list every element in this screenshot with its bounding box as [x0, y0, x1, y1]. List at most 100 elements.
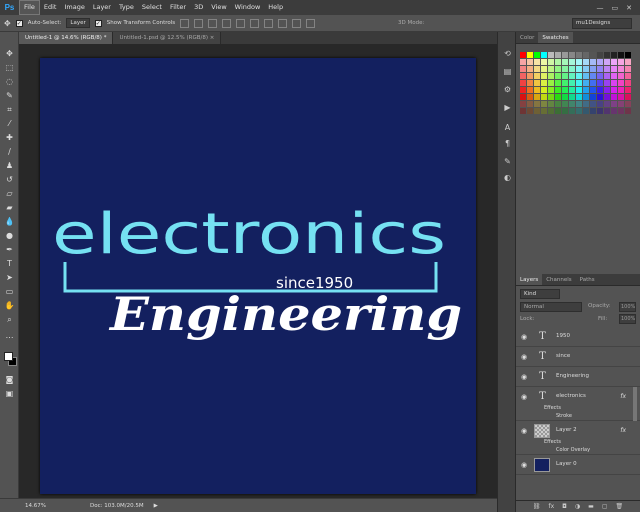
color-swatch[interactable] [590, 94, 596, 100]
color-swatch[interactable] [597, 87, 603, 93]
align-left-icon[interactable] [222, 18, 232, 28]
color-swatch[interactable] [604, 52, 610, 58]
color-swatch[interactable] [625, 87, 631, 93]
brush-tool-icon[interactable]: ∕ [4, 146, 15, 157]
layer-filter-dropdown[interactable]: Kind [520, 289, 560, 299]
color-swatch[interactable] [611, 101, 617, 107]
color-swatch[interactable] [576, 73, 582, 79]
transform-controls-checkbox[interactable]: ✓ [94, 19, 102, 27]
color-swatch[interactable] [562, 73, 568, 79]
color-swatch[interactable] [520, 73, 526, 79]
color-swatch[interactable] [604, 101, 610, 107]
color-swatch[interactable] [562, 52, 568, 58]
color-swatch[interactable] [555, 73, 561, 79]
color-swatch[interactable] [611, 52, 617, 58]
color-swatch[interactable] [555, 87, 561, 93]
color-swatch[interactable] [527, 73, 533, 79]
move-tool-icon[interactable]: ✥ [4, 48, 15, 59]
screen-mode-icon[interactable]: ▣ [4, 388, 15, 399]
color-swatch[interactable] [611, 80, 617, 86]
color-swatch[interactable] [541, 73, 547, 79]
color-swatch[interactable] [576, 101, 582, 107]
color-swatch[interactable] [527, 66, 533, 72]
color-swatch[interactable] [555, 101, 561, 107]
color-swatch[interactable] [562, 66, 568, 72]
tab-channels[interactable]: Channels [542, 274, 575, 285]
color-swatch[interactable] [520, 59, 526, 65]
color-swatch[interactable] [604, 94, 610, 100]
color-swatch[interactable] [534, 73, 540, 79]
layer-row-1950[interactable]: ◉ T 1950 [516, 327, 640, 347]
color-swatch[interactable] [576, 59, 582, 65]
new-group-icon[interactable]: ▬ [588, 503, 594, 510]
layer-row-layer-2[interactable]: ◉ Layer 2 fx Effects Color Overlay [516, 421, 640, 455]
color-swatch[interactable] [569, 87, 575, 93]
color-swatch[interactable] [541, 94, 547, 100]
brush-panel-icon[interactable]: ✎ [502, 156, 513, 167]
menu-file[interactable]: File [19, 0, 40, 15]
color-swatch[interactable] [562, 87, 568, 93]
foreground-color-swatch[interactable] [4, 352, 13, 361]
history-panel-icon[interactable]: ⟲ [502, 48, 513, 59]
color-swatch[interactable] [548, 73, 554, 79]
color-swatch[interactable] [590, 87, 596, 93]
color-swatch[interactable] [625, 59, 631, 65]
gradient-tool-icon[interactable]: ▰ [4, 202, 15, 213]
color-swatch[interactable] [555, 94, 561, 100]
color-swatch[interactable] [604, 66, 610, 72]
color-swatch[interactable] [555, 108, 561, 114]
menu-filter[interactable]: Filter [166, 0, 190, 15]
color-swatch[interactable] [555, 52, 561, 58]
visibility-eye-icon[interactable]: ◉ [521, 393, 529, 401]
color-swatch[interactable] [569, 101, 575, 107]
blend-mode-dropdown[interactable]: Normal [520, 302, 582, 312]
effect-stroke[interactable]: Stroke [556, 413, 572, 419]
color-swatch[interactable] [548, 80, 554, 86]
effect-color-overlay[interactable]: Color Overlay [556, 447, 590, 453]
color-swatch[interactable] [576, 80, 582, 86]
character-panel-icon[interactable]: A [502, 122, 513, 133]
color-swatch[interactable] [604, 87, 610, 93]
maximize-button[interactable]: ▭ [612, 4, 619, 12]
color-swatch[interactable] [618, 108, 624, 114]
color-swatch[interactable] [597, 80, 603, 86]
stamp-tool-icon[interactable]: ♟ [4, 160, 15, 171]
distribute-h-icon[interactable] [278, 18, 288, 28]
color-swatch[interactable] [520, 52, 526, 58]
color-swatch[interactable] [597, 73, 603, 79]
color-swatch[interactable] [548, 101, 554, 107]
visibility-eye-icon[interactable]: ◉ [521, 461, 529, 469]
color-swatch[interactable] [604, 59, 610, 65]
color-swatch[interactable] [569, 80, 575, 86]
color-swatch[interactable] [548, 87, 554, 93]
color-swatch[interactable] [534, 87, 540, 93]
minimize-button[interactable]: — [597, 4, 604, 12]
color-swatch[interactable] [548, 94, 554, 100]
menu-help[interactable]: Help [264, 0, 287, 15]
color-swatch[interactable] [562, 94, 568, 100]
tab-color[interactable]: Color [516, 32, 538, 43]
color-swatch[interactable] [583, 101, 589, 107]
color-swatch[interactable] [611, 87, 617, 93]
color-swatch[interactable] [541, 108, 547, 114]
layer-row-since[interactable]: ◉ T since [516, 347, 640, 367]
color-swatch[interactable] [541, 87, 547, 93]
visibility-eye-icon[interactable]: ◉ [521, 353, 529, 361]
color-swatch[interactable] [562, 108, 568, 114]
color-swatch[interactable] [583, 52, 589, 58]
tab-paths[interactable]: Paths [576, 274, 599, 285]
color-swatch[interactable] [618, 87, 624, 93]
layer-row-electronics[interactable]: ◉ T electronics fx Effects Stroke [516, 387, 640, 421]
move-tool-icon[interactable]: ✥ [4, 19, 11, 28]
path-select-tool-icon[interactable]: ➤ [4, 272, 15, 283]
color-swatch[interactable] [576, 94, 582, 100]
clone-source-panel-icon[interactable]: ◐ [502, 172, 513, 183]
color-swatch[interactable] [590, 101, 596, 107]
eyedropper-tool-icon[interactable]: ⁄ [4, 118, 15, 129]
color-swatch[interactable] [625, 108, 631, 114]
color-swatch[interactable] [611, 73, 617, 79]
color-swatch[interactable] [583, 59, 589, 65]
layer-row-engineering[interactable]: ◉ T Engineering [516, 367, 640, 387]
color-swatch[interactable] [597, 108, 603, 114]
color-swatch[interactable] [618, 73, 624, 79]
